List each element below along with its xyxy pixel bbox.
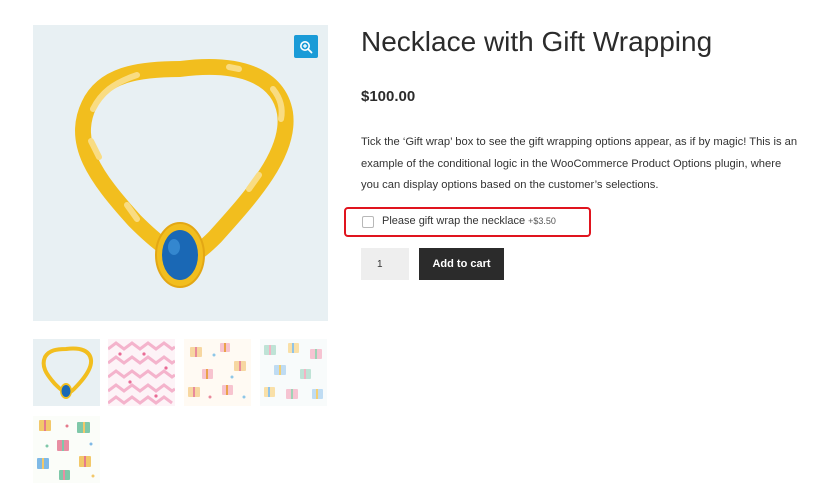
necklace-image	[74, 58, 294, 288]
thumbnail-gifts-pattern[interactable]	[260, 339, 327, 406]
thumbnail-pink-hearts-pattern[interactable]	[108, 339, 175, 406]
product-title: Necklace with Gift Wrapping	[361, 26, 713, 57]
zoom-button[interactable]	[294, 35, 318, 58]
main-product-image[interactable]	[33, 25, 328, 321]
product-price: $100.00	[361, 88, 416, 105]
thumbnail-presents-pattern[interactable]	[33, 416, 100, 483]
gift-wrap-label: Please gift wrap the necklace	[382, 215, 526, 227]
gift-wrap-option[interactable]: Please gift wrap the necklace +$3.50	[382, 215, 556, 227]
gift-wrap-price: +$3.50	[528, 216, 556, 226]
add-to-cart-button[interactable]: Add to cart	[419, 248, 504, 280]
quantity-input[interactable]	[361, 248, 409, 280]
thumbnail-bows-pattern[interactable]	[184, 339, 251, 406]
thumbnail-necklace[interactable]	[33, 339, 100, 406]
gift-wrap-checkbox[interactable]	[362, 216, 374, 228]
product-description: Tick the ‘Gift wrap’ box to see the gift…	[361, 136, 798, 191]
zoom-in-icon	[300, 40, 313, 53]
